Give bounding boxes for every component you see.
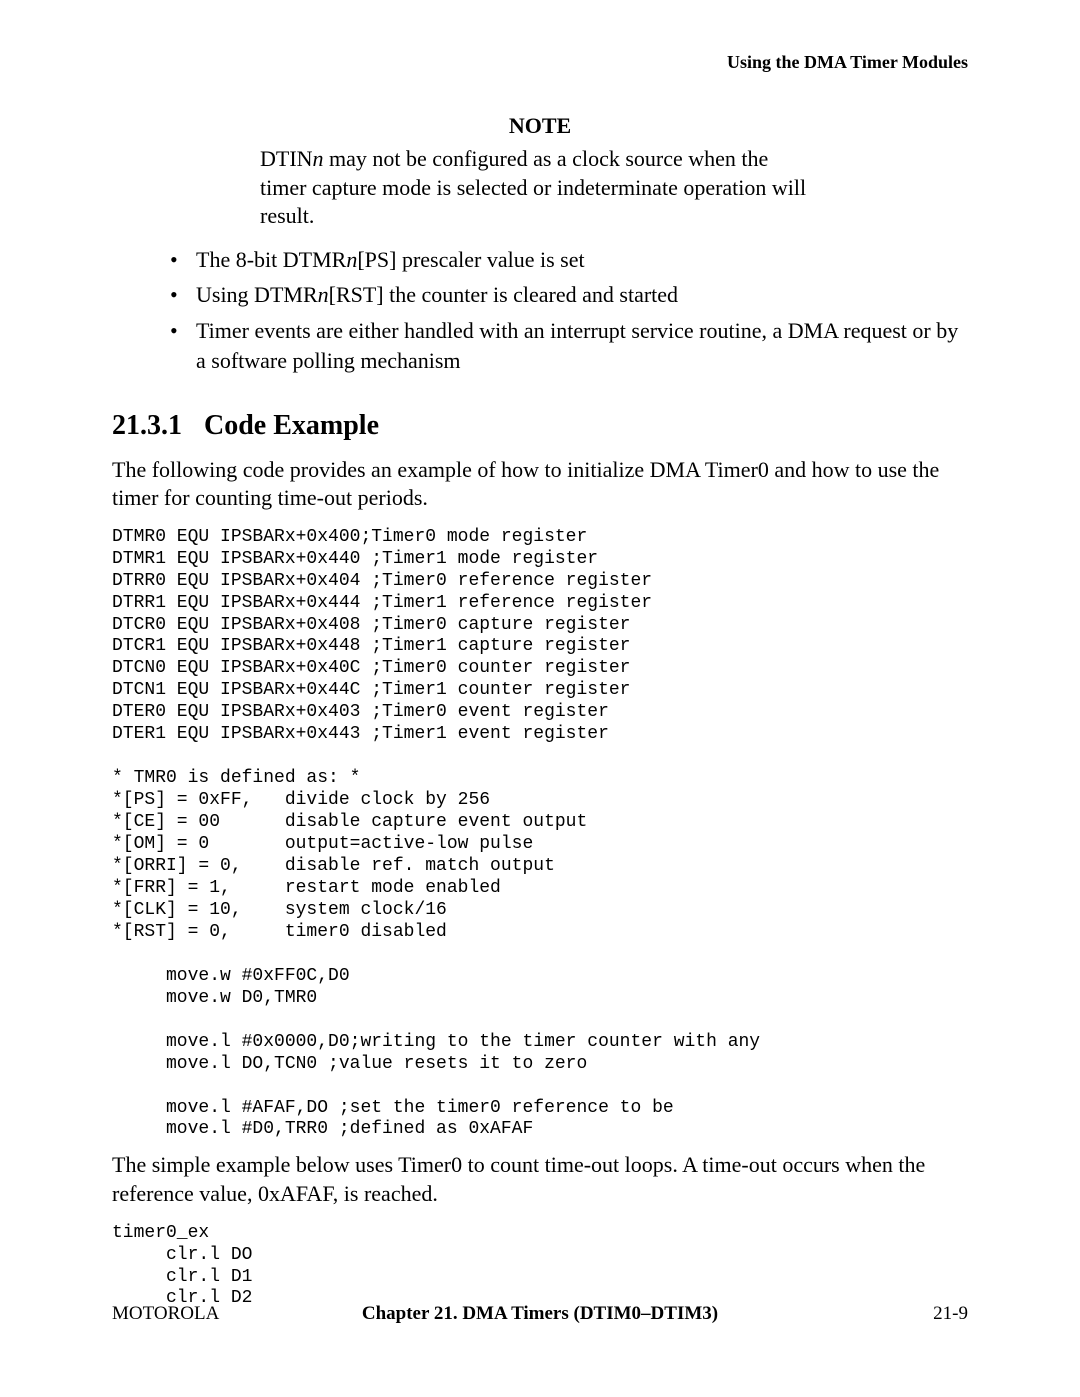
note-title: NOTE: [260, 113, 820, 139]
footer-left: MOTOROLA: [112, 1303, 219, 1325]
section-heading: 21.3.1 Code Example: [112, 410, 968, 442]
note-body-post: may not be configured as a clock source …: [260, 146, 806, 228]
bullet1-post: [PS] prescaler value is set: [357, 247, 584, 272]
page-footer: MOTOROLA Chapter 21. DMA Timers (DTIM0–D…: [112, 1303, 968, 1325]
code-block: timer0_ex clr.l DO clr.l D1 clr.l D2: [112, 1223, 968, 1311]
bullet-item: Timer events are either handled with an …: [170, 316, 968, 375]
running-header: Using the DMA Timer Modules: [112, 52, 968, 73]
bullet-item: The 8-bit DTMRn[PS] prescaler value is s…: [170, 245, 968, 275]
footer-center: Chapter 21. DMA Timers (DTIM0–DTIM3): [112, 1303, 968, 1325]
paragraph: The following code provides an example o…: [112, 456, 968, 513]
footer-right: 21-9: [933, 1303, 968, 1325]
bullet2-post: [RST] the counter is cleared and started: [329, 282, 678, 307]
paragraph: The simple example below uses Timer0 to …: [112, 1151, 968, 1208]
section-title: Code Example: [204, 410, 379, 441]
bullet2-pre: Using DTMR: [196, 282, 318, 307]
note-body-pre: DTIN: [260, 146, 313, 171]
bullet1-pre: The 8-bit DTMR: [196, 247, 346, 272]
page: Using the DMA Timer Modules NOTE DTINn m…: [0, 0, 1080, 1397]
code-block: DTMR0 EQU IPSBARx+0x400;Timer0 mode regi…: [112, 527, 968, 1142]
bullet-item: Using DTMRn[RST] the counter is cleared …: [170, 280, 968, 310]
bullet1-n: n: [346, 247, 357, 272]
bullet3-text: Timer events are either handled with an …: [196, 318, 958, 373]
note-block: NOTE DTINn may not be configured as a cl…: [260, 113, 820, 231]
note-body-n: n: [313, 146, 324, 171]
bullet-list: The 8-bit DTMRn[PS] prescaler value is s…: [112, 245, 968, 376]
section-number: 21.3.1: [112, 410, 182, 441]
bullet2-n: n: [318, 282, 329, 307]
note-body: DTINn may not be configured as a clock s…: [260, 145, 820, 231]
